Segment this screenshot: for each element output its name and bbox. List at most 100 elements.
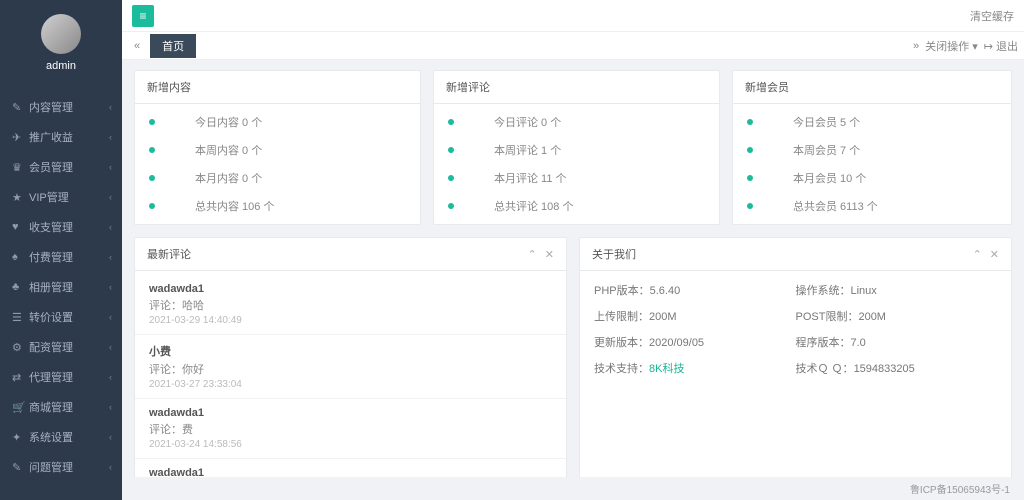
sidebar-item-5[interactable]: ♠付费管理‹: [0, 242, 122, 272]
username: admin: [0, 60, 122, 72]
comment-author: wadawda1: [149, 467, 552, 477]
nav-label: 转价设置: [29, 309, 73, 325]
sidebar-item-4[interactable]: ♥收支管理‹: [0, 212, 122, 242]
logout-button[interactable]: ↦ 退出: [984, 38, 1018, 54]
comment-time: 2021-03-24 14:58:56: [149, 439, 552, 450]
comment-author: wadawda1: [149, 283, 552, 295]
stat-row: 总共评论 108 个: [434, 192, 719, 220]
nav-icon: ♣: [12, 281, 24, 293]
chevron-left-icon: ‹: [109, 342, 112, 352]
tab-scroll-left-icon[interactable]: «: [128, 40, 146, 52]
close-ops-dropdown[interactable]: 关闭操作 ▾: [925, 38, 978, 54]
stat-row: 今日会员 5 个: [733, 108, 1011, 136]
about-value: 200M: [649, 311, 677, 323]
nav-label: 系统设置: [29, 429, 73, 445]
comment-text: 评论：你好: [149, 361, 552, 377]
about-key: 操作系统：: [796, 285, 851, 297]
chevron-left-icon: ‹: [109, 192, 112, 202]
about-value: 8K科技: [649, 363, 684, 375]
dot-icon: [747, 203, 753, 209]
tab-scroll-right-icon[interactable]: »: [913, 40, 919, 52]
sidebar-item-10[interactable]: 🛒商城管理‹: [0, 392, 122, 422]
about-value: 200M: [858, 311, 886, 323]
sidebar-item-12[interactable]: ✎问题管理‹: [0, 452, 122, 482]
sidebar-item-7[interactable]: ☰转价设置‹: [0, 302, 122, 332]
stat-row: 本月会员 10 个: [733, 164, 1011, 192]
nav-icon: ⚙: [12, 341, 24, 354]
sidebar-item-0[interactable]: ✎内容管理‹: [0, 92, 122, 122]
nav-icon: ♥: [12, 221, 24, 233]
about-link[interactable]: 8K科技: [649, 363, 684, 375]
nav-label: 推广收益: [29, 129, 73, 145]
sidebar-item-8[interactable]: ⚙ 配资管理 ‹: [0, 332, 122, 362]
close-icon[interactable]: ✕: [990, 248, 999, 261]
topbar: ≡ 清空缓存: [122, 0, 1024, 32]
tab-home[interactable]: 首页: [150, 34, 196, 58]
chevron-left-icon: ‹: [109, 462, 112, 472]
stat-row: 今日内容 0 个: [135, 108, 420, 136]
chevron-left-icon: ‹: [109, 252, 112, 262]
chevron-left-icon: ‹: [109, 132, 112, 142]
nav-icon: 🛒: [12, 401, 24, 414]
sidebar-item-11[interactable]: ✦系统设置‹: [0, 422, 122, 452]
about-item: 上传限制：200M: [594, 303, 796, 329]
stat-label: 总共评论 108 个: [494, 198, 573, 214]
nav-menu: ✎内容管理‹✈推广收益‹♛会员管理‹★VIP管理‹♥收支管理‹♠付费管理‹♣相册…: [0, 92, 122, 482]
nav-icon: ★: [12, 191, 24, 204]
clear-cache-button[interactable]: 清空缓存: [970, 8, 1014, 24]
sidebar-item-1[interactable]: ✈推广收益‹: [0, 122, 122, 152]
stat-label: 本周会员 7 个: [793, 142, 860, 158]
avatar[interactable]: [41, 14, 81, 54]
nav-icon: ☰: [12, 311, 24, 324]
sidebar-item-9[interactable]: ⇄代理管理‹: [0, 362, 122, 392]
collapse-icon[interactable]: ⌃: [528, 248, 537, 261]
nav-label: 相册管理: [29, 279, 73, 295]
about-value: 5.6.40: [650, 285, 681, 297]
chevron-left-icon: ‹: [109, 102, 112, 112]
sidebar-item-2[interactable]: ♛会员管理‹: [0, 152, 122, 182]
about-key: 更新版本：: [594, 337, 649, 349]
stat-row: 本周评论 1 个: [434, 136, 719, 164]
nav-label: 商城管理: [29, 399, 73, 415]
nav-label: 配资管理: [29, 339, 73, 355]
about-item: 更新版本：2020/09/05: [594, 329, 796, 355]
stat-label: 本周评论 1 个: [494, 142, 561, 158]
tabbar: « 首页 » 关闭操作 ▾ ↦ 退出: [122, 32, 1024, 60]
nav-icon: ✦: [12, 431, 24, 444]
comment-item: wadawda1评论：费2021-03-24 14:58:56: [135, 399, 566, 459]
collapse-icon[interactable]: ⌃: [973, 248, 982, 261]
sidebar-item-6[interactable]: ♣相册管理‹: [0, 272, 122, 302]
stat-label: 今日评论 0 个: [494, 114, 561, 130]
footer: 鲁ICP备15065943号-1: [122, 477, 1024, 500]
about-value: 2020/09/05: [649, 337, 704, 349]
card-new-members: 新增会员 今日会员 5 个本周会员 7 个本月会员 10 个总共会员 6113 …: [732, 70, 1012, 225]
nav-label: 会员管理: [29, 159, 73, 175]
nav-icon: ✎: [12, 461, 24, 474]
about-key: POST限制：: [796, 311, 859, 323]
sidebar: admin ✎内容管理‹✈推广收益‹♛会员管理‹★VIP管理‹♥收支管理‹♠付费…: [0, 0, 122, 500]
about-key: 上传限制：: [594, 311, 649, 323]
about-key: 程序版本：: [796, 337, 851, 349]
comment-item: wadawda1评论：哈哈2021-03-29 14:40:49: [135, 275, 566, 335]
nav-icon: ♛: [12, 161, 24, 174]
about-item: 技术支持：8K科技: [594, 355, 796, 381]
card-title: 最新评论: [147, 246, 191, 262]
close-icon[interactable]: ✕: [545, 248, 554, 261]
dot-icon: [448, 119, 454, 125]
dot-icon: [747, 119, 753, 125]
card-recent-comments: 最新评论 ⌃ ✕ wadawda1评论：哈哈2021-03-29 14:40:4…: [134, 237, 567, 477]
chevron-left-icon: ‹: [109, 372, 112, 382]
stat-row: 本月内容 0 个: [135, 164, 420, 192]
about-item: 操作系统：Linux: [796, 277, 998, 303]
dot-icon: [448, 203, 454, 209]
hamburger-button[interactable]: ≡: [132, 5, 154, 27]
nav-label: VIP管理: [29, 189, 69, 205]
sidebar-item-3[interactable]: ★ VIP管理 ‹: [0, 182, 122, 212]
dot-icon: [448, 147, 454, 153]
stat-row: 总共会员 6113 个: [733, 192, 1011, 220]
stat-row: 本周内容 0 个: [135, 136, 420, 164]
stat-row: 本月评论 11 个: [434, 164, 719, 192]
about-item: 技术Ｑ Ｑ：1594833205: [796, 355, 998, 381]
stat-label: 本月评论 11 个: [494, 170, 567, 186]
about-value: Linux: [851, 285, 877, 297]
